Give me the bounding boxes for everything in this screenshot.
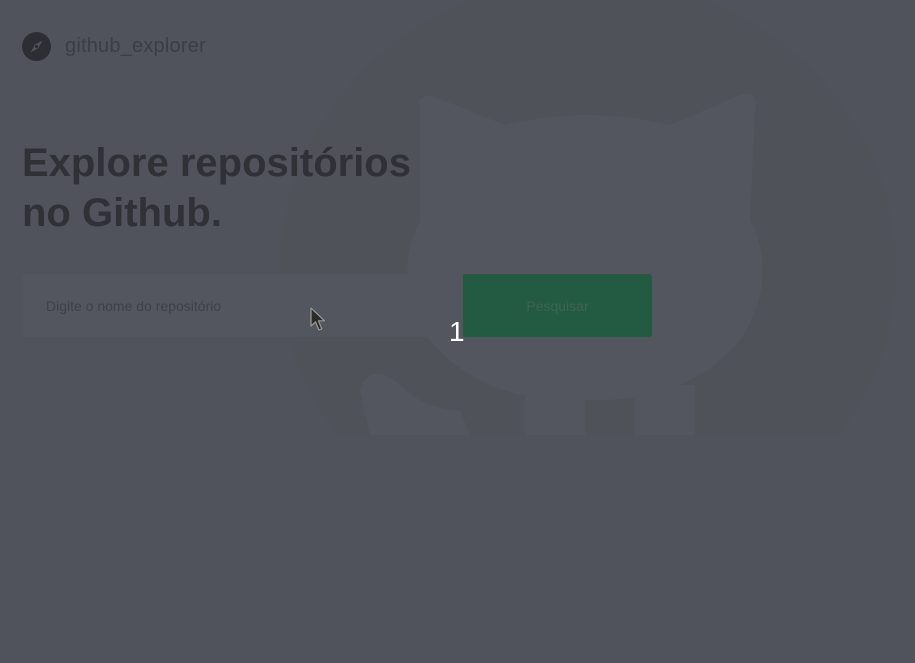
app-name: github_explorer [65, 35, 206, 57]
mouse-pointer-icon [310, 307, 326, 331]
page-title: Explore repositórios no Github. [22, 138, 482, 238]
page-title-line-2: no Github. [22, 191, 222, 235]
app-logo[interactable]: github_explorer [22, 32, 206, 61]
repository-search-input[interactable] [22, 274, 463, 337]
compass-icon [22, 32, 51, 61]
page-title-line-1: Explore repositórios [22, 141, 411, 185]
search-form: Pesquisar [22, 274, 652, 337]
search-button[interactable]: Pesquisar [463, 274, 652, 337]
page: github_explorer Explore repositórios no … [0, 0, 915, 663]
step-number-label: 1 [449, 316, 465, 347]
